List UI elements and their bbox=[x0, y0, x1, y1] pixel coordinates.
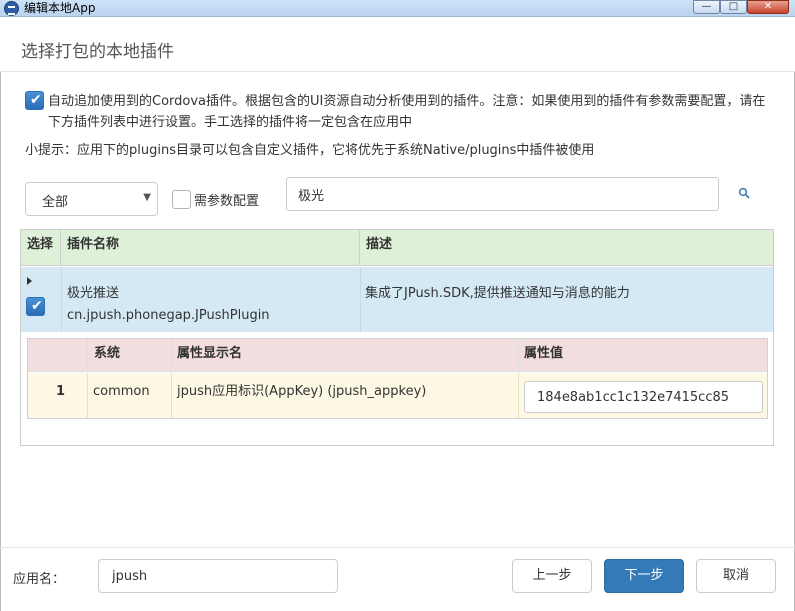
window-titlebar: 编辑本地App — □ ✕ bbox=[0, 0, 795, 17]
param-value-input[interactable] bbox=[524, 381, 763, 413]
plugin-select-checkbox[interactable]: ✔ bbox=[26, 297, 45, 316]
table-row[interactable]: ✔ 极光推送 cn.jpush.phonegap.JPushPlugin 集成了… bbox=[21, 267, 773, 332]
params-table-header: 系统 属性显示名 属性值 bbox=[28, 339, 767, 372]
close-icon: ✕ bbox=[763, 1, 773, 12]
cancel-button[interactable]: 取消 bbox=[696, 559, 776, 593]
plugin-name: 极光推送 bbox=[67, 286, 120, 301]
column-header-desc: 描述 bbox=[366, 237, 393, 252]
check-icon: ✔ bbox=[30, 92, 42, 108]
app-name-label: 应用名： bbox=[13, 572, 66, 587]
param-row: 1 common jpush应用标识(AppKey) (jpush_appkey… bbox=[28, 373, 767, 418]
dialog-title: 选择打包的本地插件 bbox=[21, 42, 174, 62]
plugin-params-table: 系统 属性显示名 属性值 1 common jpush应用标识(AppKey) … bbox=[27, 338, 768, 419]
param-config-checkbox[interactable] bbox=[172, 190, 191, 209]
minimize-icon: — bbox=[701, 1, 712, 12]
prev-button[interactable]: 上一步 bbox=[512, 559, 592, 593]
app-name-input[interactable] bbox=[98, 559, 338, 593]
param-system: common bbox=[88, 373, 172, 418]
category-select-value: 全部 bbox=[42, 195, 69, 210]
dialog-header: 选择打包的本地插件 bbox=[0, 17, 795, 72]
column-divider bbox=[61, 267, 62, 332]
search-input[interactable] bbox=[286, 177, 719, 211]
expand-caret-icon[interactable] bbox=[27, 277, 32, 285]
params-header-display: 属性显示名 bbox=[172, 339, 519, 372]
auto-add-checkbox[interactable]: ✔ bbox=[25, 91, 44, 110]
maximize-icon: □ bbox=[728, 1, 739, 12]
window-controls: — □ ✕ bbox=[693, 0, 789, 14]
check-icon: ✔ bbox=[31, 298, 43, 314]
param-display-name: jpush应用标识(AppKey) (jpush_appkey) bbox=[172, 373, 519, 418]
chevron-down-icon: ▼ bbox=[143, 192, 151, 203]
params-header-system: 系统 bbox=[88, 339, 172, 372]
plugin-id: cn.jpush.phonegap.JPushPlugin bbox=[67, 308, 270, 323]
tip-text: 小提示：应用下的plugins目录可以包含自定义插件，它将优先于系统Native… bbox=[25, 143, 595, 158]
plugin-table-header: 选择 插件名称 描述 bbox=[21, 230, 773, 266]
next-button[interactable]: 下一步 bbox=[604, 559, 684, 593]
param-config-label: 需参数配置 bbox=[194, 194, 260, 209]
column-header-name: 插件名称 bbox=[61, 230, 360, 266]
plugin-table: 选择 插件名称 描述 ✔ 极光推送 cn.jpush.phonegap.JPus… bbox=[20, 229, 774, 446]
param-index: 1 bbox=[28, 373, 88, 418]
column-header-select: 选择 bbox=[21, 230, 61, 266]
params-header-index bbox=[28, 339, 88, 372]
search-icon[interactable] bbox=[738, 187, 750, 199]
maximize-button[interactable]: □ bbox=[720, 0, 747, 14]
plugin-description: 集成了JPush.SDK,提供推送通知与消息的能力 bbox=[365, 286, 630, 301]
params-header-value: 属性值 bbox=[524, 346, 564, 361]
minimize-button[interactable]: — bbox=[693, 0, 720, 14]
auto-add-description: 自动追加使用到的Cordova插件。根据包含的UI资源自动分析使用到的插件。注意… bbox=[48, 94, 766, 130]
category-select[interactable]: 全部 ▼ bbox=[25, 182, 158, 216]
close-button[interactable]: ✕ bbox=[747, 0, 789, 14]
column-divider bbox=[360, 267, 361, 332]
window-title: 编辑本地App bbox=[24, 1, 96, 15]
app-logo-icon bbox=[4, 1, 19, 16]
dialog-footer: 应用名： 上一步 下一步 取消 bbox=[0, 547, 795, 611]
